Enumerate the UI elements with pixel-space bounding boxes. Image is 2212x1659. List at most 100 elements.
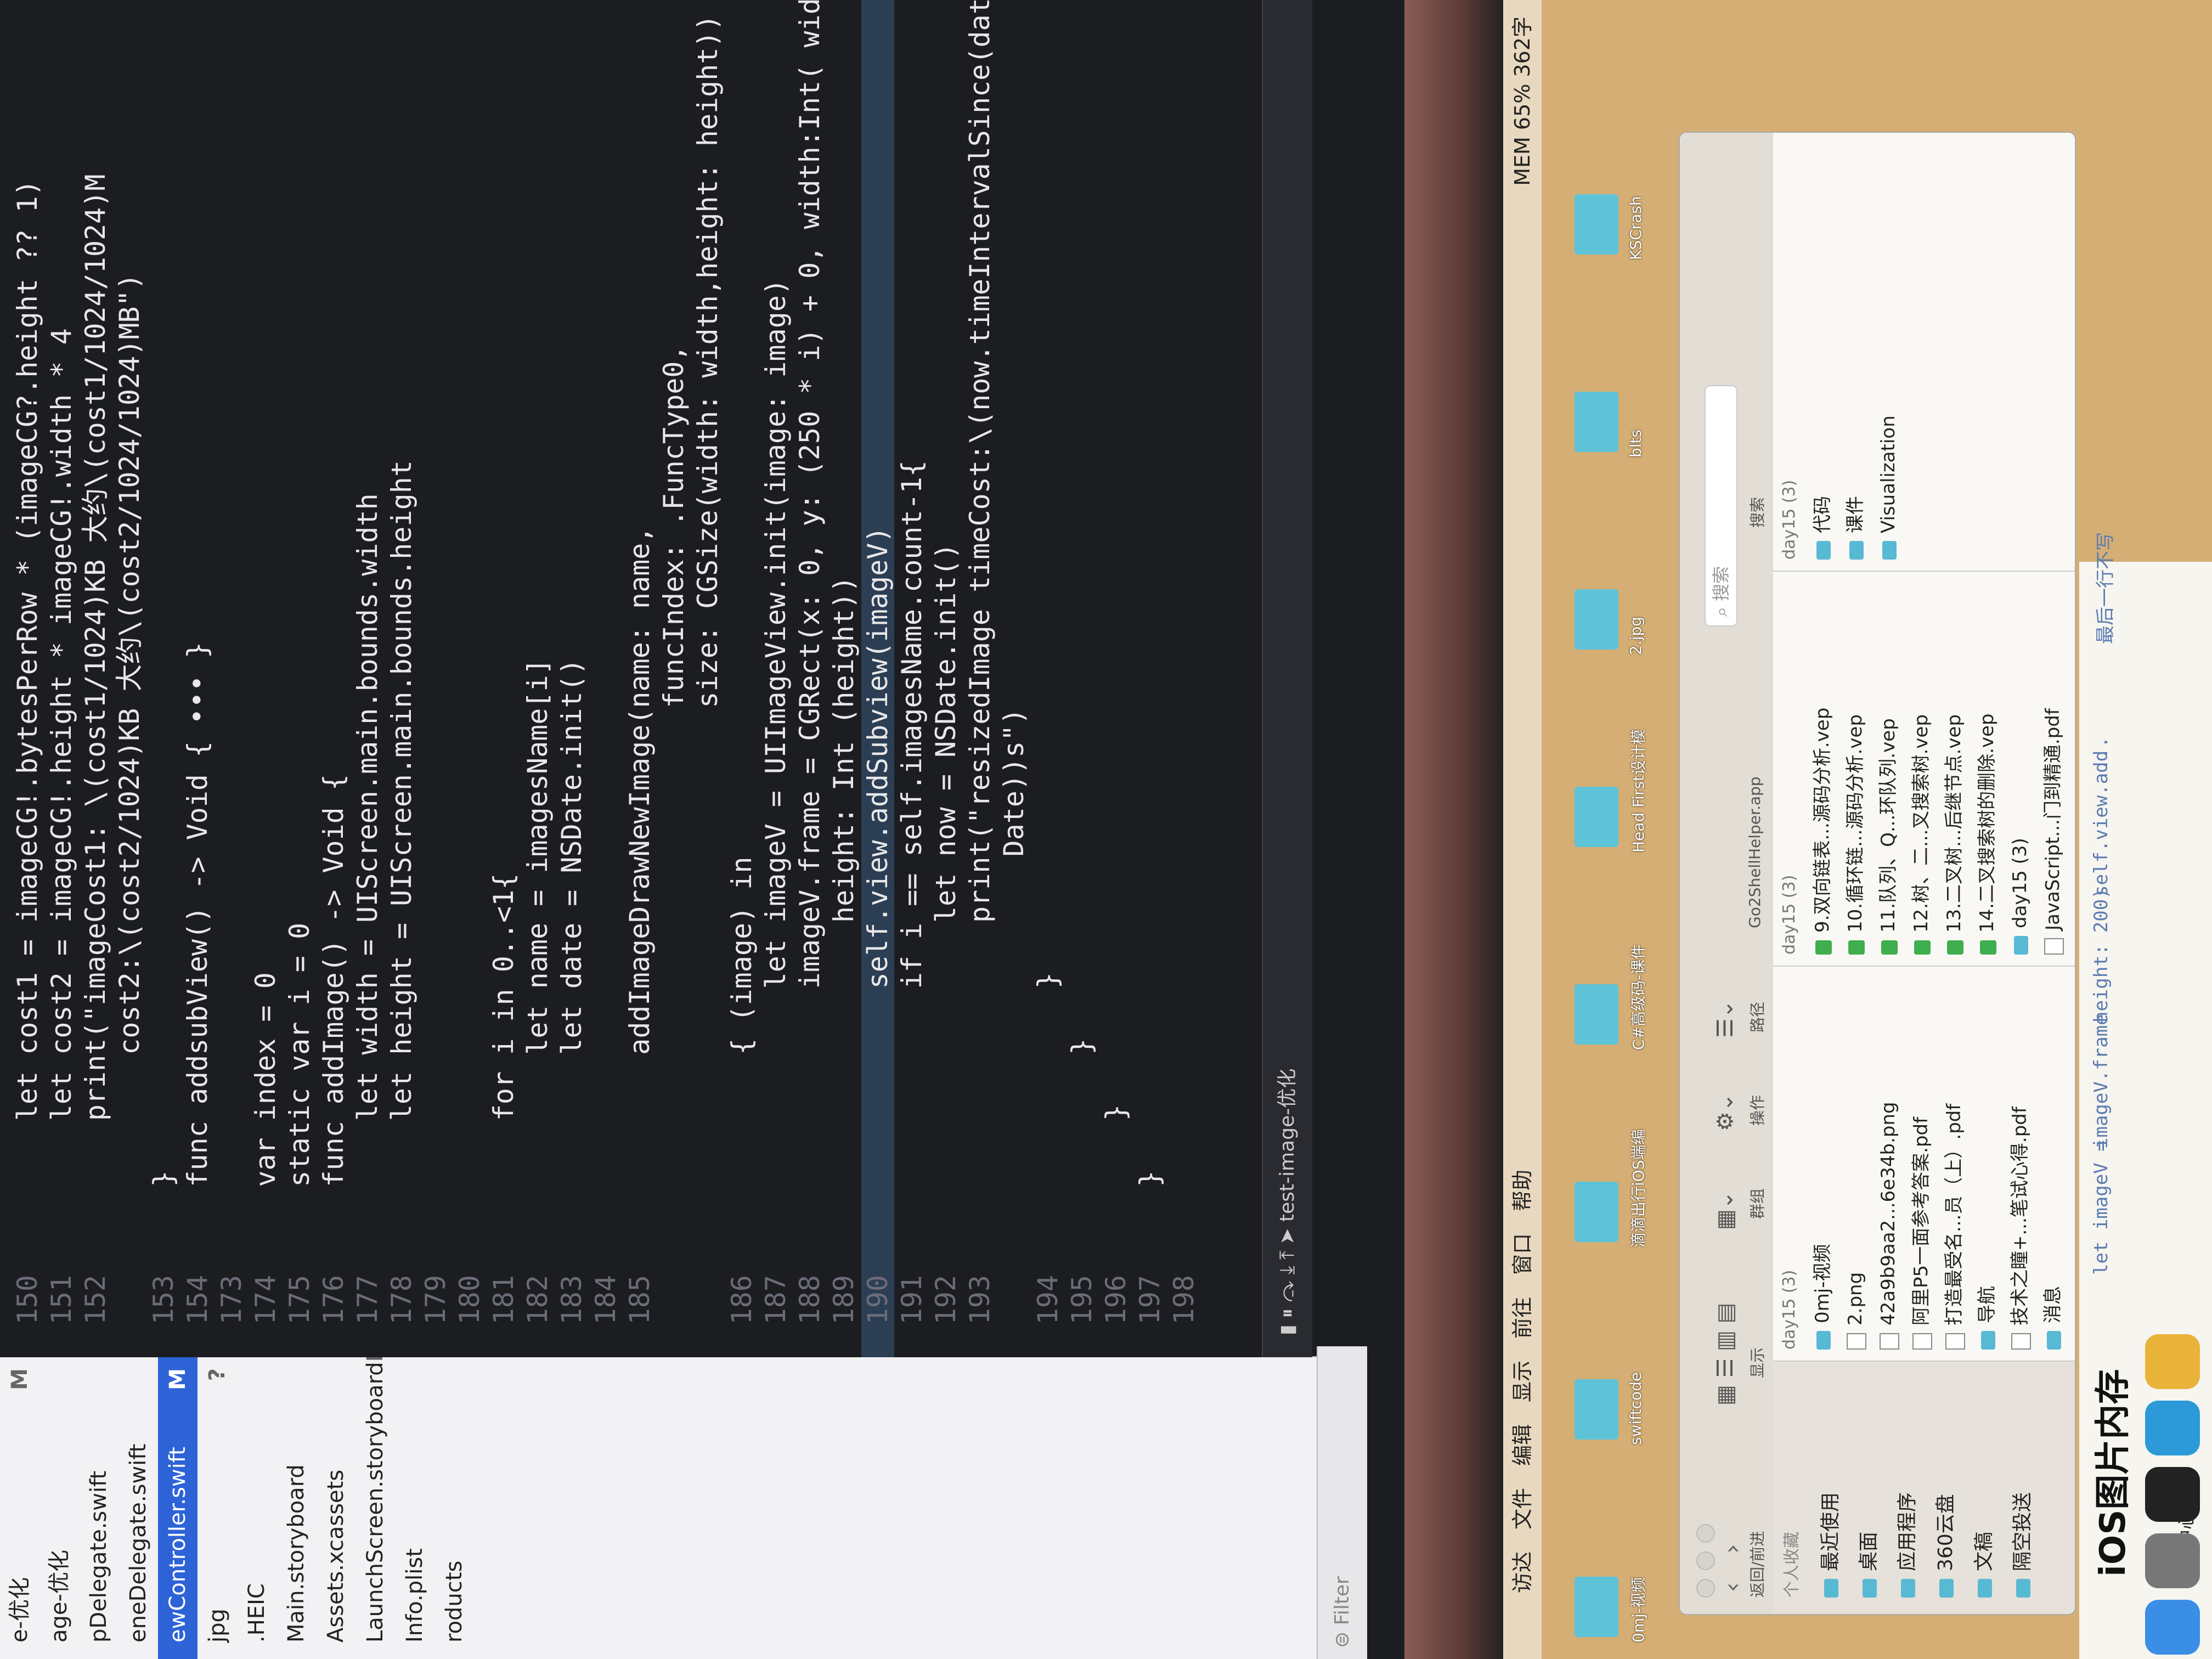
file-list-item[interactable]: 13.二叉树...后继节点.vep (1938, 571, 1971, 966)
navigator-file-item[interactable]: roducts (435, 1357, 474, 1659)
desktop-folder-icon[interactable] (1575, 984, 1618, 1045)
line-number[interactable]: 193 (963, 1253, 996, 1357)
line-number[interactable]: 188 (793, 1253, 826, 1357)
menu-item[interactable]: 帮助 (1510, 1170, 1534, 1211)
code-line[interactable]: 194 } (1031, 0, 1064, 1357)
code-line[interactable]: 152 print("imageCost1: \(cost1/1024)KB 大… (79, 0, 112, 1357)
code-line[interactable]: funcIndex: .FuncType0, (657, 0, 690, 1357)
desktop-folder-icon[interactable] (1575, 1379, 1618, 1440)
file-list-item[interactable]: 阿里P5一面参考答案.pdf (1905, 966, 1938, 1361)
finder-column[interactable]: day15 (3) 9.双向链表...源码分析.vep 10.循环链...源码分析.… (1773, 571, 2075, 967)
code-line[interactable]: 181 for i in 0..<1{ (487, 0, 520, 1357)
code-line[interactable]: 187 let imageV = UIImageView.init(image:… (759, 0, 792, 1357)
line-number[interactable]: 176 (317, 1253, 350, 1357)
navigator-file-item[interactable]: ewController.swift M (158, 1357, 198, 1659)
line-number[interactable]: 175 (283, 1253, 316, 1357)
line-number[interactable]: 184 (589, 1253, 622, 1357)
code-line[interactable]: 186 { (image) in (725, 0, 758, 1357)
navigator-file-item[interactable]: Info.plist (395, 1357, 435, 1659)
sidebar-item[interactable]: 360云盘 (1927, 1362, 1965, 1614)
breakpoint-icon[interactable]: ▮ (1276, 1318, 1299, 1335)
code-line[interactable]: 180 (453, 0, 486, 1357)
code-line[interactable]: 150 let cost1 = imageCG!.bytesPerRow * (… (11, 0, 44, 1357)
navigator-file-item[interactable]: Assets.xcassets (316, 1357, 356, 1659)
code-line[interactable]: 179 (419, 0, 452, 1357)
navigator-file-item[interactable]: pDelegate.swift (79, 1357, 119, 1659)
line-number[interactable]: 187 (759, 1253, 792, 1357)
back-button[interactable]: ‹ (1718, 1582, 1746, 1592)
line-number[interactable]: 186 (725, 1253, 758, 1357)
file-list-item[interactable]: 42a9b9aa2...6e34b.png (1872, 966, 1905, 1361)
location-icon[interactable]: ➤ (1276, 1222, 1299, 1244)
sidebar-item[interactable]: 隔空投送 (2004, 1362, 2042, 1614)
line-number[interactable]: 173 (215, 1253, 248, 1357)
finder-window[interactable]: ‹ › 返回/前进 ▦ ☰ ▥ ▤ 显示 ▦⌄ 群组 ⚙⌄ 操作 ☰⌄ 路径 G… (1679, 132, 2076, 1615)
line-number[interactable]: 178 (385, 1253, 418, 1357)
code-line[interactable]: 151 let cost2 = imageCG!.height * imageC… (45, 0, 78, 1357)
file-list-item[interactable]: Visualization (1872, 132, 1905, 571)
minimize-button[interactable] (1696, 1551, 1715, 1570)
code-line[interactable]: 153 } (147, 0, 180, 1357)
code-line[interactable]: 192 let now = NSDate.init() (929, 0, 962, 1357)
chrome-dock-icon[interactable] (2145, 1334, 2200, 1389)
code-line[interactable]: Date))s") (997, 0, 1030, 1357)
line-number[interactable]: 179 (419, 1253, 452, 1357)
code-line[interactable]: 174 var index = 0 (249, 0, 282, 1357)
filter-input[interactable]: Filter (1331, 1576, 1353, 1625)
finder-column[interactable]: day15 (3) 0mj-视频 2.png 42a9b9aa2...6e34b.pn… (1773, 966, 2076, 1362)
sidebar-item[interactable]: 应用程序 (1888, 1362, 1927, 1614)
sidebar-item[interactable]: 最近使用 (1812, 1362, 1850, 1614)
zoom-button[interactable] (1696, 1524, 1715, 1543)
terminal-dock-icon[interactable] (2145, 1466, 2200, 1522)
navigator-file-item[interactable]: eneDelegate.swift (119, 1357, 158, 1659)
line-number[interactable]: 197 (1133, 1253, 1166, 1357)
line-number[interactable]: 185 (623, 1253, 656, 1357)
desktop-folder-icon[interactable] (1575, 1182, 1618, 1242)
menu-item[interactable]: 访达 (1510, 1551, 1534, 1593)
navigator-file-item[interactable]: LaunchScreen.storyboardM (356, 1357, 395, 1659)
file-list-item[interactable]: 消息 (2036, 966, 2069, 1361)
menu-item[interactable]: 编辑 (1510, 1424, 1534, 1466)
path-button[interactable]: ☰⌄ (1713, 1000, 1738, 1038)
step-in-icon[interactable]: ⤓ (1276, 1260, 1299, 1274)
line-number[interactable]: 183 (555, 1253, 588, 1357)
file-list-item[interactable]: 打造最受名...员（上）.pdf (1938, 966, 1971, 1361)
line-number[interactable]: 191 (895, 1253, 928, 1357)
code-line[interactable]: 188 imageV.frame = CGRect(x: 0, y: (250 … (793, 0, 826, 1357)
desktop-folder-icon[interactable] (1575, 787, 1618, 847)
menu-item[interactable]: 文件 (1510, 1488, 1534, 1530)
navigator-file-item[interactable]: .HEIC (237, 1357, 276, 1659)
navigator-file-item[interactable]: Main.storyboard (276, 1357, 316, 1659)
line-number[interactable]: 151 (45, 1253, 78, 1357)
pause-icon[interactable]: ⏸ (1276, 1302, 1299, 1318)
file-list-item[interactable]: day15 (3) (2004, 571, 2036, 966)
code-line[interactable]: 185 addImageDrawNewImage(name: name, (623, 0, 656, 1357)
code-editor[interactable]: 150 let cost1 = imageCG!.bytesPerRow * (… (0, 0, 1262, 1357)
desktop-folder-icon[interactable] (1575, 1577, 1618, 1637)
settings-dock-icon[interactable] (2145, 1533, 2200, 1588)
sidebar-item[interactable]: 文稿 (1965, 1362, 2004, 1614)
code-line[interactable]: 176 func addImage() -> Void { (317, 0, 350, 1357)
code-line[interactable]: 193 print("resizedImage timeCost:\(now.t… (963, 0, 996, 1357)
code-line[interactable]: 190 self.view.addSubview(imageV) (861, 0, 894, 1357)
navigator-file-item[interactable]: jpg? (198, 1357, 237, 1659)
file-list-item[interactable]: 9.双向链表...源码分析.vep (1806, 571, 1839, 966)
line-number[interactable]: 153 (147, 1253, 180, 1357)
navigator-file-item[interactable]: age-优化 (40, 1357, 79, 1659)
search-field[interactable]: ⌕ 搜索 (1705, 385, 1737, 627)
forward-button[interactable]: › (1718, 1544, 1746, 1554)
navigator-file-item[interactable]: e-优化 M (0, 1357, 40, 1659)
line-number[interactable]: 190 (861, 1253, 894, 1357)
finder-dock-icon[interactable] (2145, 1600, 2200, 1655)
desktop-folder-icon[interactable] (1575, 194, 1618, 255)
code-line[interactable]: 189 height: Int (height)) (827, 0, 860, 1357)
finder-column[interactable]: day15 (3) 代码 课件 Visualization (1773, 132, 2075, 572)
view-icon-button[interactable]: ▦ ☰ ▥ ▤ (1713, 1303, 1738, 1406)
sidebar-item[interactable]: 桌面 (1850, 1362, 1888, 1614)
line-number[interactable]: 189 (827, 1253, 860, 1357)
desktop-folder-icon[interactable] (1575, 589, 1618, 650)
code-line[interactable]: 197 } (1133, 0, 1166, 1357)
line-number[interactable]: 196 (1099, 1253, 1132, 1357)
navigator-filter[interactable]: ⊜ Filter (1317, 1346, 1367, 1659)
file-list-item[interactable]: 小贴士_PxCook.png (2069, 966, 2076, 1361)
